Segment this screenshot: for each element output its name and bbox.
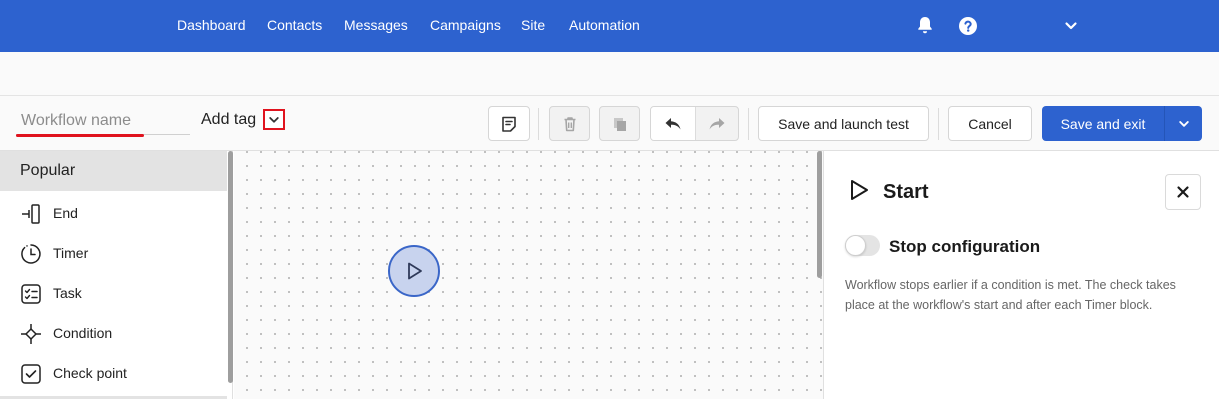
cancel-button[interactable]: Cancel bbox=[948, 106, 1032, 141]
note-icon bbox=[500, 115, 518, 133]
palette-item-label: Condition bbox=[53, 325, 113, 341]
palette-item-task[interactable]: Task bbox=[0, 273, 227, 313]
save-launch-test-label: Save and launch test bbox=[778, 115, 909, 132]
palette-item-end[interactable]: End bbox=[0, 193, 227, 233]
copy-icon bbox=[611, 115, 629, 133]
save-exit-split-button: Save and exit bbox=[1042, 106, 1202, 141]
start-settings-panel: Start Stop configuration Workflow stops … bbox=[823, 151, 1219, 399]
nav-automation[interactable]: Automation bbox=[569, 17, 640, 33]
start-node[interactable] bbox=[388, 245, 440, 297]
palette-item-condition[interactable]: Condition bbox=[0, 313, 227, 353]
add-tag-dropdown-button[interactable] bbox=[263, 109, 285, 130]
nav-campaigns[interactable]: Campaigns bbox=[430, 17, 501, 33]
palette-scrollbar[interactable] bbox=[228, 151, 233, 383]
save-options-dropdown-button[interactable] bbox=[1165, 106, 1202, 141]
stop-configuration-description: Workflow stops earlier if a condition is… bbox=[845, 278, 1176, 312]
close-panel-button[interactable] bbox=[1165, 174, 1201, 210]
close-icon bbox=[1176, 185, 1190, 199]
nav-site[interactable]: Site bbox=[521, 17, 545, 33]
workflow-name-error-underline bbox=[16, 134, 144, 137]
nav-messages[interactable]: Messages bbox=[344, 17, 408, 33]
chevron-down-icon[interactable] bbox=[1064, 19, 1078, 38]
play-icon bbox=[847, 178, 871, 202]
palette-item-label: Timer bbox=[53, 245, 89, 261]
timer-icon bbox=[20, 243, 42, 265]
stop-configuration-label: Stop configuration bbox=[889, 237, 1041, 256]
toolbar-divider bbox=[538, 108, 539, 140]
trash-icon bbox=[561, 115, 579, 133]
chevron-down-icon bbox=[1178, 118, 1190, 130]
add-tag-label[interactable]: Add tag bbox=[201, 111, 256, 129]
block-palette: Popular End Timer Task Condition Check p… bbox=[0, 151, 233, 399]
header-spacer bbox=[0, 52, 1219, 96]
undo-button[interactable] bbox=[651, 107, 695, 140]
toolbar-divider bbox=[748, 108, 749, 140]
save-launch-test-button[interactable]: Save and launch test bbox=[758, 106, 929, 141]
help-icon[interactable] bbox=[958, 16, 978, 41]
palette-item-label: End bbox=[53, 205, 78, 221]
end-icon bbox=[20, 203, 42, 225]
toggle-knob bbox=[845, 235, 866, 256]
save-exit-button[interactable]: Save and exit bbox=[1042, 106, 1164, 141]
undo-icon bbox=[663, 115, 683, 133]
palette-item-label: Check point bbox=[53, 365, 127, 381]
bell-icon[interactable] bbox=[915, 15, 935, 40]
panel-title: Start bbox=[883, 181, 929, 203]
copy-button[interactable] bbox=[599, 106, 640, 141]
palette-category-popular[interactable]: Popular bbox=[0, 151, 227, 191]
workflow-canvas[interactable] bbox=[234, 151, 823, 399]
stop-configuration-toggle[interactable] bbox=[845, 235, 880, 256]
top-nav-bar: Dashboard Contacts Messages Campaigns Si… bbox=[0, 0, 1219, 52]
toolbar-divider bbox=[938, 108, 939, 140]
undo-redo-group bbox=[650, 106, 739, 141]
chevron-down-icon bbox=[268, 114, 280, 126]
play-icon bbox=[403, 260, 425, 282]
task-icon bbox=[20, 283, 42, 305]
workflow-name-input[interactable] bbox=[16, 107, 190, 135]
redo-button[interactable] bbox=[696, 107, 738, 140]
cancel-label: Cancel bbox=[968, 115, 1012, 132]
palette-item-label: Task bbox=[53, 285, 82, 301]
palette-item-check-point[interactable]: Check point bbox=[0, 353, 227, 393]
redo-icon bbox=[707, 115, 727, 133]
delete-button[interactable] bbox=[549, 106, 590, 141]
palette-item-timer[interactable]: Timer bbox=[0, 233, 227, 273]
nav-dashboard[interactable]: Dashboard bbox=[177, 17, 246, 33]
condition-icon bbox=[20, 323, 42, 345]
notes-button[interactable] bbox=[488, 106, 530, 141]
nav-contacts[interactable]: Contacts bbox=[267, 17, 322, 33]
canvas-scrollbar[interactable] bbox=[817, 151, 822, 278]
check-point-icon bbox=[20, 363, 42, 385]
workflow-toolbar: Add tag Save and bbox=[0, 96, 1219, 151]
